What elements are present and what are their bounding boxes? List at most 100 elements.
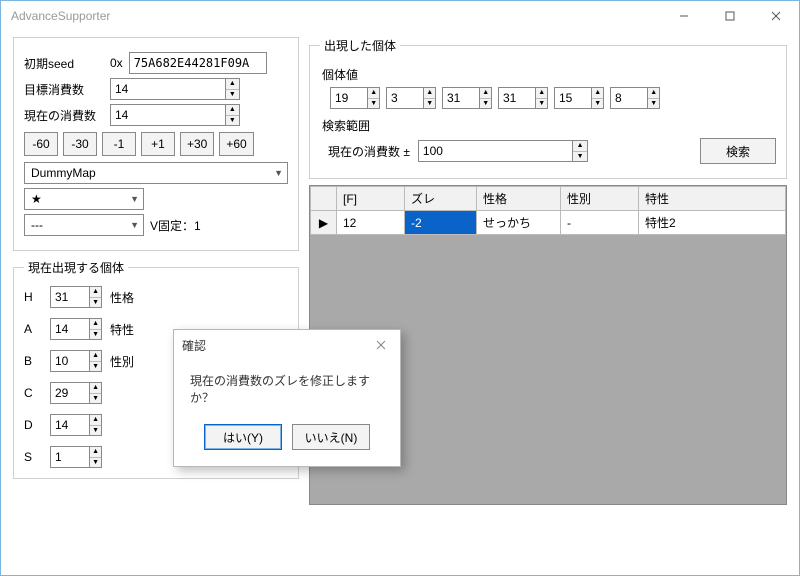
dash-combo-value: --- (31, 218, 43, 232)
spinner-down-icon[interactable]: ▼ (368, 99, 379, 109)
grid-header-row: [F] ズレ 性格 性別 特性 (311, 187, 786, 211)
dialog-yes-button[interactable]: はい(Y) (204, 424, 282, 450)
iv-b-spinner[interactable]: ▲▼ (50, 350, 102, 372)
spinner-up-icon[interactable]: ▲ (536, 88, 547, 99)
grid-cell-zure[interactable]: -2 (405, 211, 477, 235)
spinner-up-icon[interactable]: ▲ (226, 105, 239, 116)
spinner-down-icon[interactable]: ▼ (536, 99, 547, 109)
maximize-button[interactable] (707, 1, 753, 31)
grid-cell-f[interactable]: 12 (337, 211, 405, 235)
grid-col-nature[interactable]: 性格 (477, 187, 561, 211)
spinner-down-icon[interactable]: ▼ (90, 330, 101, 340)
close-button[interactable] (753, 1, 799, 31)
spinner-up-icon[interactable]: ▲ (648, 88, 659, 99)
spinner-down-icon[interactable]: ▼ (424, 99, 435, 109)
spinner-down-icon[interactable]: ▼ (573, 152, 587, 162)
spinner-up-icon[interactable]: ▲ (90, 287, 101, 298)
search-range-spinner[interactable]: ▲▼ (418, 140, 588, 162)
spinner-up-icon[interactable]: ▲ (90, 319, 101, 330)
step-p60-button[interactable]: +60 (219, 132, 253, 156)
minimize-icon (679, 11, 689, 21)
results-grid[interactable]: [F] ズレ 性格 性別 特性 ▶ 12 -2 せっかち - 特性2 (310, 186, 786, 235)
grid-col-gender[interactable]: 性別 (561, 187, 639, 211)
appeared-iv-0[interactable]: ▲▼ (330, 87, 380, 109)
appeared-iv-1[interactable]: ▲▼ (386, 87, 436, 109)
target-value[interactable] (111, 79, 225, 99)
iv-b-value[interactable] (51, 351, 89, 371)
spinner-up-icon[interactable]: ▲ (90, 383, 101, 394)
appeared-iv-5[interactable]: ▲▼ (610, 87, 660, 109)
step-m60-button[interactable]: -60 (24, 132, 58, 156)
spinner-down-icon[interactable]: ▼ (90, 394, 101, 404)
dialog-no-button[interactable]: いいえ(N) (292, 424, 370, 450)
step-m1-button[interactable]: -1 (102, 132, 136, 156)
spinner-down-icon[interactable]: ▼ (90, 426, 101, 436)
iv-c-value[interactable] (51, 383, 89, 403)
spinner-down-icon[interactable]: ▼ (90, 298, 101, 308)
target-spinner[interactable]: ▲▼ (110, 78, 240, 100)
target-label: 目標消費数 (24, 81, 104, 98)
window-buttons (661, 1, 799, 31)
spinner-up-icon[interactable]: ▲ (368, 88, 379, 99)
appeared-iv-2[interactable]: ▲▼ (442, 87, 492, 109)
spinner-down-icon[interactable]: ▼ (226, 116, 239, 126)
spinner-up-icon[interactable]: ▲ (90, 415, 101, 426)
grid-col-ability[interactable]: 特性 (639, 187, 786, 211)
current-value[interactable] (111, 105, 225, 125)
seed-input[interactable] (129, 52, 267, 74)
iv-b-label: B (24, 354, 42, 368)
grid-col-f[interactable]: [F] (337, 187, 405, 211)
grid-cell-gender[interactable]: - (561, 211, 639, 235)
iv-s-value[interactable] (51, 447, 89, 467)
dash-combo[interactable]: --- ▼ (24, 214, 144, 236)
spinner-down-icon[interactable]: ▼ (480, 99, 491, 109)
iv-s-spinner[interactable]: ▲▼ (50, 446, 102, 468)
iv-h-value[interactable] (51, 287, 89, 307)
spinner-up-icon[interactable]: ▲ (226, 79, 239, 90)
spinner-down-icon[interactable]: ▼ (592, 99, 603, 109)
grid-corner (311, 187, 337, 211)
search-button[interactable]: 検索 (700, 138, 776, 164)
spinner-up-icon[interactable]: ▲ (424, 88, 435, 99)
spinner-up-icon[interactable]: ▲ (90, 447, 101, 458)
step-buttons-row: -60 -30 -1 +1 +30 +60 (24, 132, 288, 156)
iv-c-spinner[interactable]: ▲▼ (50, 382, 102, 404)
appeared-iv-4[interactable]: ▲▼ (554, 87, 604, 109)
spinner-up-icon[interactable]: ▲ (480, 88, 491, 99)
appeared-group: 出現した個体 個体値 ▲▼ ▲▼ ▲▼ ▲▼ ▲▼ ▲▼ 検索範囲 現在の消費数… (309, 37, 787, 179)
dialog-titlebar: 確認 (174, 330, 400, 360)
iv-d-value[interactable] (51, 415, 89, 435)
iv-c-label: C (24, 386, 42, 400)
step-m30-button[interactable]: -30 (63, 132, 97, 156)
current-iv-legend: 現在出現する個体 (24, 259, 128, 276)
iv-a-value[interactable] (51, 319, 89, 339)
map-combo[interactable]: DummyMap ▼ (24, 162, 288, 184)
window-title: AdvanceSupporter (11, 9, 661, 23)
vfixed-label: V固定：1 (150, 217, 201, 234)
iv-d-spinner[interactable]: ▲▼ (50, 414, 102, 436)
iv-a-spinner[interactable]: ▲▼ (50, 318, 102, 340)
spinner-down-icon[interactable]: ▼ (226, 90, 239, 100)
spinner-down-icon[interactable]: ▼ (90, 458, 101, 468)
current-spinner[interactable]: ▲▼ (110, 104, 240, 126)
minimize-button[interactable] (661, 1, 707, 31)
grid-cell-ability[interactable]: 特性2 (639, 211, 786, 235)
spinner-up-icon[interactable]: ▲ (573, 141, 587, 152)
step-p30-button[interactable]: +30 (180, 132, 214, 156)
iv-h-spinner[interactable]: ▲▼ (50, 286, 102, 308)
grid-col-zure[interactable]: ズレ (405, 187, 477, 211)
iv-d-label: D (24, 418, 42, 432)
spinner-down-icon[interactable]: ▼ (90, 362, 101, 372)
app-window: AdvanceSupporter 初期seed 0x 目標 (0, 0, 800, 576)
grid-cell-nature[interactable]: せっかち (477, 211, 561, 235)
dialog-close-button[interactable] (370, 335, 392, 355)
spinner-up-icon[interactable]: ▲ (90, 351, 101, 362)
step-p1-button[interactable]: +1 (141, 132, 175, 156)
iv-nature-label: 性格 (110, 289, 288, 306)
grid-row[interactable]: ▶ 12 -2 せっかち - 特性2 (311, 211, 786, 235)
star-combo[interactable]: ★ ▼ (24, 188, 144, 210)
appeared-iv-3[interactable]: ▲▼ (498, 87, 548, 109)
spinner-up-icon[interactable]: ▲ (592, 88, 603, 99)
close-icon (376, 340, 386, 350)
spinner-down-icon[interactable]: ▼ (648, 99, 659, 109)
